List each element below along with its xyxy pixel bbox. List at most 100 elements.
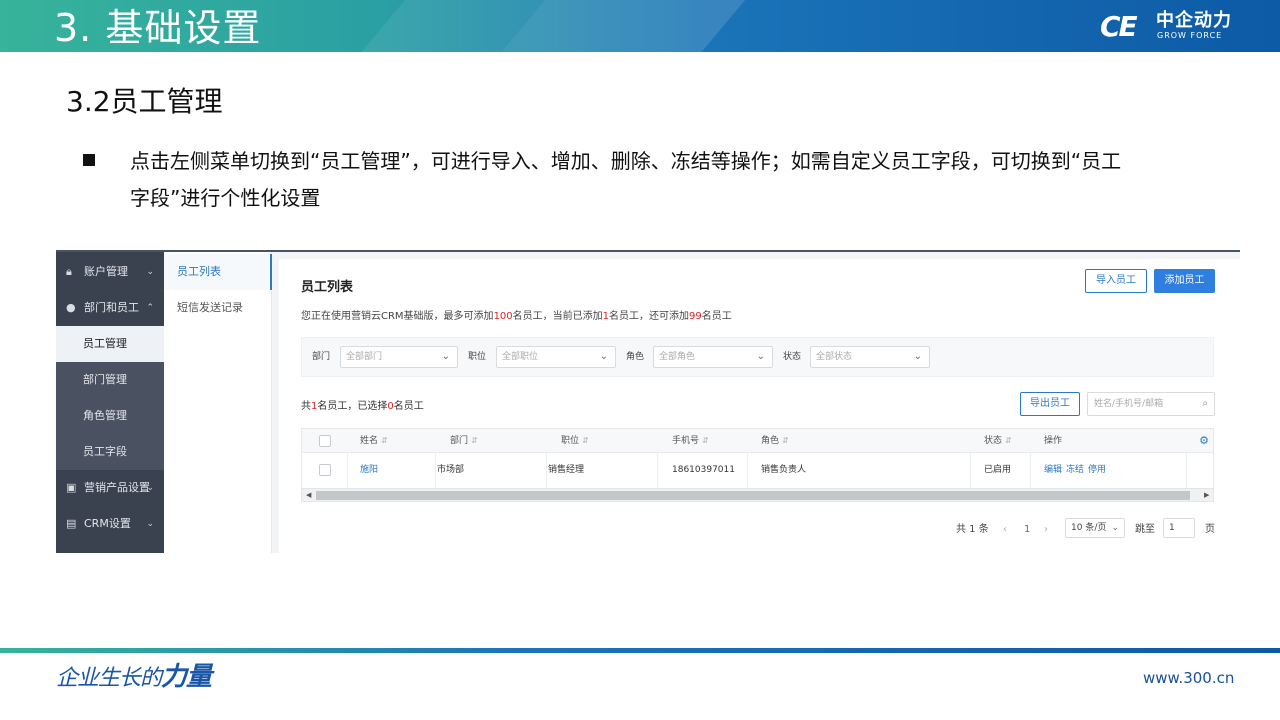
subnav-sms-records[interactable]: 短信发送记录 bbox=[164, 290, 272, 326]
slide-title: 3. 基础设置 bbox=[54, 6, 262, 50]
sidebar-subitem-label: 员工字段 bbox=[83, 445, 127, 458]
column-header-role[interactable]: 角色 ⇵ bbox=[761, 429, 789, 453]
column-label: 角色 bbox=[761, 436, 780, 446]
sidebar-subitem-dept-manage[interactable]: 部门管理 bbox=[56, 362, 164, 398]
sidebar-subitem-staff-manage[interactable]: 员工管理 bbox=[56, 326, 164, 362]
column-label: 姓名 bbox=[360, 436, 379, 446]
import-staff-button[interactable]: 导入员工 bbox=[1085, 269, 1147, 293]
gear-icon[interactable]: ⚙ bbox=[1199, 429, 1209, 453]
freeze-link[interactable]: 冻结 bbox=[1066, 453, 1084, 488]
role-select[interactable]: 全部角色 ⌄ bbox=[653, 346, 773, 368]
next-page-button[interactable]: › bbox=[1044, 521, 1048, 539]
summary-text: 名员工，已选择 bbox=[317, 401, 388, 412]
sidebar-item-account[interactable]: 🔒︎ 账户管理 ⌄ bbox=[56, 254, 164, 290]
footer-url: www.300.cn bbox=[1143, 669, 1235, 687]
row-checkbox[interactable] bbox=[319, 464, 331, 476]
column-divider bbox=[970, 453, 971, 488]
page-unit-label: 页 bbox=[1205, 524, 1215, 535]
sidebar-item-crm-settings[interactable]: ▤ CRM设置 ⌄ bbox=[56, 506, 164, 542]
filter-label-role: 角色 bbox=[626, 352, 645, 362]
table-row: 施阳 市场部 销售经理 18610397011 销售负责人 已启用 编辑 冻结 … bbox=[302, 453, 1213, 488]
cell-status: 已启用 bbox=[984, 465, 1012, 475]
product-icon: ▣ bbox=[66, 481, 77, 494]
sort-icon: ⇵ bbox=[1005, 436, 1012, 445]
filter-bar: 部门 全部部门 ⌄ 职位 全部职位 ⌄ 角色 全部角色 ⌄ 状态 全部状态 ⌄ bbox=[301, 337, 1214, 377]
table-header: 姓名 ⇵ 部门 ⇵ 职位 ⇵ 手机号 ⇵ 角色 ⇵ 状态 ⇵ 操作 ⚙ bbox=[302, 429, 1213, 453]
export-staff-button[interactable]: 导出员工 bbox=[1020, 392, 1080, 416]
disable-link[interactable]: 停用 bbox=[1088, 453, 1106, 488]
status-select[interactable]: 全部状态 ⌄ bbox=[810, 346, 930, 368]
subnav: 员工列表 短信发送记录 bbox=[164, 252, 272, 553]
goto-page-input[interactable]: 1 bbox=[1163, 518, 1195, 538]
select-placeholder: 全部职位 bbox=[502, 352, 539, 362]
app-screenshot: 🔒︎ 账户管理 ⌄ ● 部门和员工 ⌃ 员工管理 部门管理 角色管理 员工字段 bbox=[56, 250, 1240, 553]
select-placeholder: 全部角色 bbox=[659, 352, 696, 362]
edit-link[interactable]: 编辑 bbox=[1044, 453, 1062, 488]
logo-en-text: GROW FORCE bbox=[1157, 31, 1223, 40]
column-header-phone[interactable]: 手机号 ⇵ bbox=[672, 429, 709, 453]
sidebar-item-label: 账户管理 bbox=[84, 265, 128, 278]
column-label: 手机号 bbox=[672, 436, 700, 446]
plan-notice: 您正在使用营销云CRM基础版，最多可添加100名员工，当前已添加1名员工，还可添… bbox=[301, 309, 732, 325]
chevron-down-icon: ⌄ bbox=[756, 351, 765, 362]
add-staff-button[interactable]: 添加员工 bbox=[1154, 269, 1215, 293]
sidebar-item-dept-staff[interactable]: ● 部门和员工 ⌃ bbox=[56, 290, 164, 326]
chevron-up-icon: ⌃ bbox=[146, 303, 154, 313]
panel-title: 员工列表 bbox=[301, 280, 354, 295]
column-header-position[interactable]: 职位 ⇵ bbox=[561, 429, 589, 453]
column-header-status[interactable]: 状态 ⇵ bbox=[984, 429, 1012, 453]
sidebar-item-label: 营销产品设置 bbox=[84, 481, 150, 494]
column-header-name[interactable]: 姓名 ⇵ bbox=[360, 429, 388, 453]
notice-max-count: 100 bbox=[493, 311, 513, 322]
slogan-text: 企业生长的 bbox=[56, 666, 162, 691]
user-icon: ● bbox=[66, 301, 76, 314]
sidebar-subitem-label: 角色管理 bbox=[83, 409, 127, 422]
scroll-left-icon[interactable]: ◀ bbox=[306, 489, 311, 501]
column-divider bbox=[747, 453, 748, 488]
dept-select[interactable]: 全部部门 ⌄ bbox=[340, 346, 458, 368]
chevron-down-icon: ⌄ bbox=[146, 483, 154, 493]
horizontal-scrollbar[interactable]: ◀ ▶ bbox=[302, 488, 1213, 501]
sidebar-item-label: CRM设置 bbox=[84, 517, 131, 530]
page-size-select[interactable]: 10 条/页 ⌄ bbox=[1065, 518, 1125, 538]
sort-icon: ⇵ bbox=[782, 436, 789, 445]
filter-label-status: 状态 bbox=[783, 352, 802, 362]
bullet-square-icon bbox=[83, 154, 95, 166]
prev-page-button[interactable]: ‹ bbox=[1003, 521, 1007, 539]
section-title: 3.2员工管理 bbox=[66, 85, 223, 118]
sidebar-subitem-role-manage[interactable]: 角色管理 bbox=[56, 398, 164, 434]
scrollbar-thumb[interactable] bbox=[316, 491, 1190, 500]
staff-list-panel: 员工列表 导入员工 添加员工 您正在使用营销云CRM基础版，最多可添加100名员… bbox=[279, 259, 1240, 553]
column-label: 职位 bbox=[561, 436, 580, 446]
chevron-down-icon: ⌄ bbox=[146, 267, 154, 277]
column-header-dept[interactable]: 部门 ⇵ bbox=[450, 429, 478, 453]
position-select[interactable]: 全部职位 ⌄ bbox=[496, 346, 616, 368]
chevron-down-icon: ⌄ bbox=[441, 351, 450, 362]
search-icon[interactable]: ⌕ bbox=[1202, 393, 1208, 415]
search-input[interactable]: 姓名/手机号/邮箱 ⌕ bbox=[1087, 392, 1215, 416]
select-all-checkbox[interactable] bbox=[319, 435, 331, 447]
column-divider bbox=[435, 453, 436, 488]
cell-position: 销售经理 bbox=[548, 465, 585, 475]
bullet-text: 点击左侧菜单切换到“员工管理”，可进行导入、增加、删除、冻结等操作；如需自定义员… bbox=[130, 149, 1122, 210]
page-1-button[interactable]: 1 bbox=[1024, 521, 1030, 539]
notice-text: 名员工，还可添加 bbox=[609, 311, 690, 322]
column-divider bbox=[347, 453, 348, 488]
staff-name-link[interactable]: 施阳 bbox=[360, 453, 378, 488]
notice-text: 名员工 bbox=[701, 311, 732, 322]
summary-text: 名员工 bbox=[393, 401, 424, 412]
sidebar-subitem-staff-fields[interactable]: 员工字段 bbox=[56, 434, 164, 470]
sidebar-subitem-label: 部门管理 bbox=[83, 373, 127, 386]
subnav-staff-list[interactable]: 员工列表 bbox=[164, 254, 272, 290]
pager-total: 共 1 条 bbox=[956, 524, 989, 535]
header-band: 3. 基础设置 CE 中企动力 GROW FORCE bbox=[0, 0, 1280, 52]
chevron-down-icon: ⌄ bbox=[146, 519, 154, 529]
cell-dept: 市场部 bbox=[437, 465, 465, 475]
scroll-right-icon[interactable]: ▶ bbox=[1204, 489, 1209, 501]
column-header-actions: 操作 bbox=[1044, 436, 1063, 446]
sidebar-item-marketing-products[interactable]: ▣ 营销产品设置 ⌄ bbox=[56, 470, 164, 506]
filter-label-position: 职位 bbox=[468, 352, 487, 362]
slide: 3. 基础设置 CE 中企动力 GROW FORCE 3.2员工管理 点击左侧菜… bbox=[0, 0, 1280, 720]
search-placeholder: 姓名/手机号/邮箱 bbox=[1094, 399, 1164, 409]
company-logo: CE 中企动力 GROW FORCE bbox=[1100, 10, 1232, 44]
